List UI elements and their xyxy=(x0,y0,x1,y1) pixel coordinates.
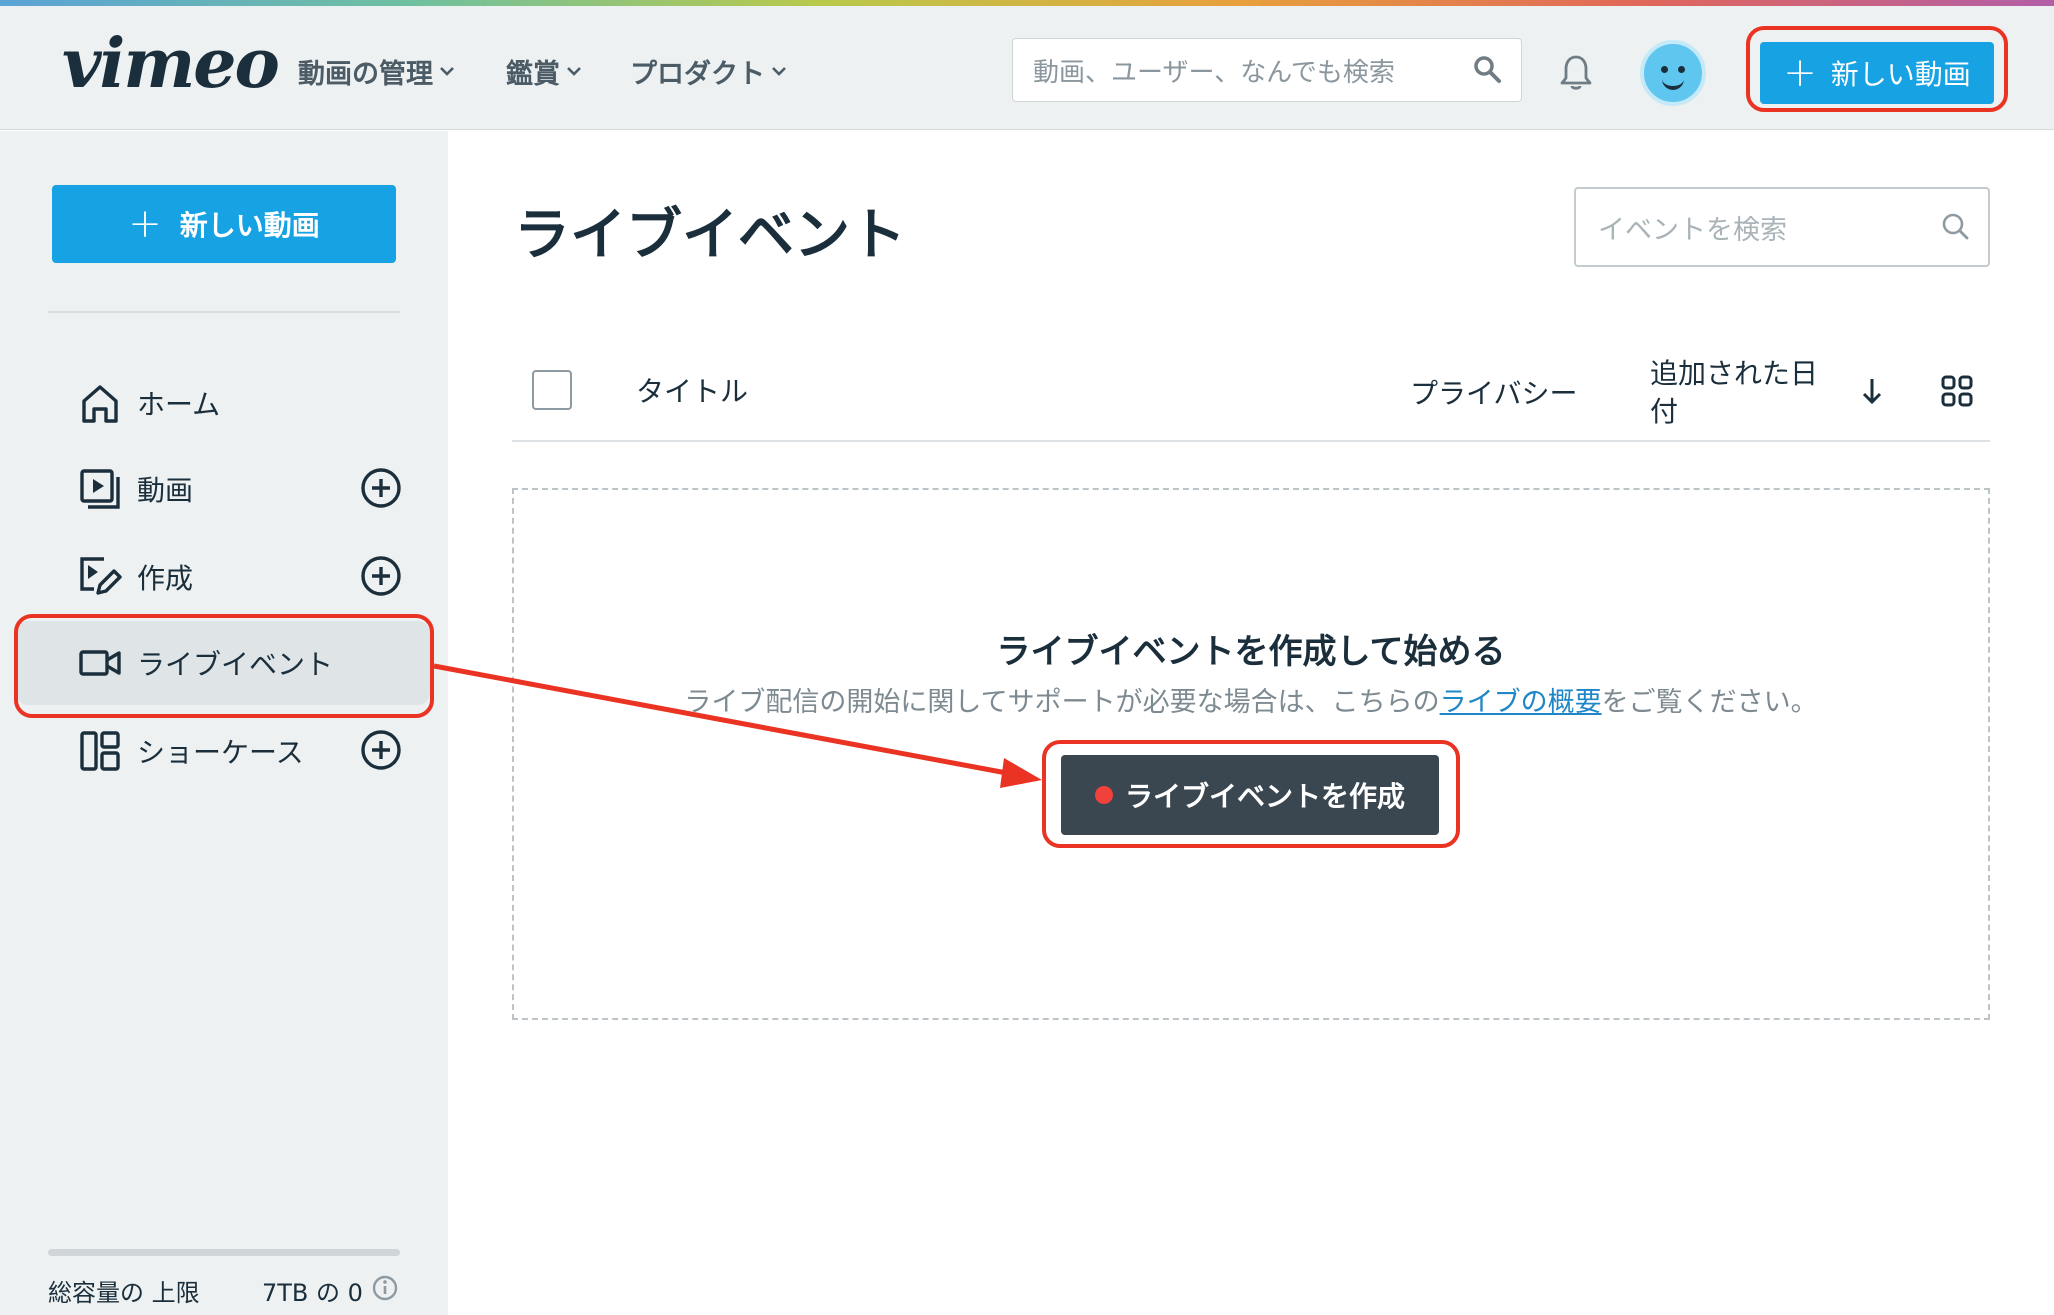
chevron-down-icon xyxy=(566,61,582,82)
new-video-button-header[interactable]: + 新しい動画 xyxy=(1760,42,1994,104)
chevron-down-icon xyxy=(439,61,455,82)
avatar-mouth xyxy=(1662,78,1684,90)
empty-state-description: ライブ配信の開始に関してサポートが必要な場合は、こちらのライブの概要をご覧くださ… xyxy=(514,680,1988,719)
home-icon xyxy=(78,381,122,425)
notification-bell-icon[interactable] xyxy=(1558,54,1594,96)
search-icon[interactable] xyxy=(1940,211,1970,248)
camera-icon xyxy=(78,641,122,685)
create-icon xyxy=(78,555,122,599)
showcase-icon xyxy=(78,729,122,773)
column-title[interactable]: タイトル xyxy=(636,370,748,410)
nav-manage-videos-label: 動画の管理 xyxy=(298,59,433,90)
storage-value-text: 7TB の 0 xyxy=(262,1279,363,1307)
create-live-event-label: ライブイベントを作成 xyxy=(1124,780,1405,813)
column-privacy[interactable]: プライバシー xyxy=(1410,372,1577,412)
top-navigation-bar: vimeo 動画の管理 鑑賞 プロダクト 動画、ユーザー、なんでも検索 + 新し… xyxy=(0,6,2054,130)
nav-watch-label: 鑑賞 xyxy=(506,59,560,90)
chevron-down-icon xyxy=(771,61,787,82)
add-video-circle-icon[interactable] xyxy=(360,467,402,509)
storage-value: 7TB の 0 xyxy=(262,1273,399,1308)
page-title: ライブイベント xyxy=(514,203,906,268)
sidebar-item-label: ホーム xyxy=(137,388,221,421)
global-search-placeholder: 動画、ユーザー、なんでも検索 xyxy=(1033,57,1395,88)
sidebar-item-create[interactable]: 作成 xyxy=(16,535,430,619)
sidebar-item-label: 作成 xyxy=(137,562,194,595)
event-search-input[interactable]: イベントを検索 xyxy=(1574,187,1990,267)
storage-usage-bar xyxy=(48,1249,400,1256)
sidebar-item-videos[interactable]: 動画 xyxy=(16,447,430,531)
new-video-label: 新しい動画 xyxy=(179,209,320,242)
plus-icon: + xyxy=(128,201,162,247)
select-all-checkbox[interactable] xyxy=(532,370,572,410)
create-live-event-button[interactable]: ライブイベントを作成 xyxy=(1061,755,1439,835)
search-icon[interactable] xyxy=(1471,53,1503,92)
empty-state-panel: ライブイベントを作成して始める ライブ配信の開始に関してサポートが必要な場合は、… xyxy=(512,488,1990,1020)
add-showcase-circle-icon[interactable] xyxy=(360,729,402,771)
avatar[interactable] xyxy=(1640,40,1706,106)
table-header: タイトル プライバシー 追加された日 付 xyxy=(512,350,1990,442)
global-search-input[interactable]: 動画、ユーザー、なんでも検索 xyxy=(1012,38,1522,102)
avatar-eye xyxy=(1678,66,1685,73)
sidebar-item-label: ライブイベント xyxy=(137,648,334,681)
sidebar-item-showcase[interactable]: ショーケース xyxy=(16,709,430,793)
sidebar: + 新しい動画 ホーム 動画 作成 ライブイベント ショーケース 総容量の 上限… xyxy=(0,131,448,1315)
column-date-added-line2[interactable]: 付 xyxy=(1650,390,1678,430)
nav-products[interactable]: プロダクト xyxy=(630,52,787,91)
plus-icon: + xyxy=(1783,50,1817,96)
new-video-label: 新しい動画 xyxy=(1830,58,1971,91)
avatar-eye xyxy=(1661,66,1668,73)
sidebar-item-home[interactable]: ホーム xyxy=(16,361,430,445)
storage-label: 総容量の 上限 xyxy=(48,1279,200,1307)
info-icon[interactable] xyxy=(371,1274,399,1308)
sort-arrow-down-icon[interactable] xyxy=(1860,376,1884,410)
empty-state-text-before: ライブ配信の開始に関してサポートが必要な場合は、こちらの xyxy=(684,687,1440,718)
nav-watch[interactable]: 鑑賞 xyxy=(506,52,582,91)
sidebar-item-label: 動画 xyxy=(137,474,194,507)
event-search-placeholder: イベントを検索 xyxy=(1598,214,1787,246)
video-library-icon xyxy=(78,467,122,511)
empty-state-text-after: をご覧ください。 xyxy=(1601,687,1818,718)
new-video-button-sidebar[interactable]: + 新しい動画 xyxy=(52,185,396,263)
column-date-added-line1[interactable]: 追加された日 xyxy=(1650,352,1818,392)
nav-products-label: プロダクト xyxy=(630,59,765,90)
add-create-circle-icon[interactable] xyxy=(360,555,402,597)
sidebar-item-live-events[interactable]: ライブイベント xyxy=(16,621,430,705)
sidebar-item-label: ショーケース xyxy=(137,736,304,769)
live-overview-link[interactable]: ライブの概要 xyxy=(1440,687,1602,718)
grid-view-icon[interactable] xyxy=(1940,374,1974,412)
nav-manage-videos[interactable]: 動画の管理 xyxy=(298,52,455,91)
record-dot-icon xyxy=(1094,786,1113,804)
vimeo-logo[interactable]: vimeo xyxy=(62,24,280,104)
sidebar-divider xyxy=(48,311,400,313)
empty-state-heading: ライブイベントを作成して始める xyxy=(996,632,1506,672)
